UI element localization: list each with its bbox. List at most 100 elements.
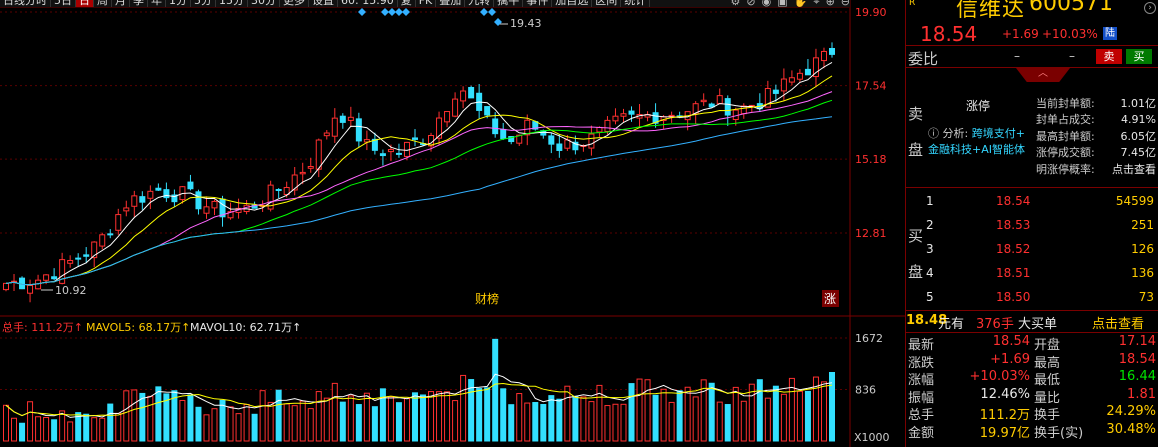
order-volume: 54599 xyxy=(1115,194,1154,208)
volume-bar xyxy=(139,392,146,442)
expand-icon[interactable]: › xyxy=(1144,2,1156,14)
volume-bar xyxy=(347,395,354,442)
volume-bar xyxy=(772,385,779,442)
order-price: 18.51 xyxy=(996,266,1031,280)
toolbar-item[interactable]: FK xyxy=(416,0,437,7)
volume-bar xyxy=(203,414,210,442)
stat-value: +10.03% xyxy=(969,369,1030,384)
sell-button[interactable]: 买 xyxy=(1126,49,1152,64)
analysis-tag-link[interactable]: 跨境支付+ xyxy=(972,127,1025,140)
volume-bar xyxy=(756,379,763,442)
toolbar-item[interactable]: 30分 xyxy=(248,0,280,7)
order-book-row[interactable]: 5 18.50 73 xyxy=(906,290,1158,310)
stat-label: 最新 xyxy=(908,338,935,353)
toolbar-item[interactable]: 区间 xyxy=(592,0,622,7)
toolbar-item[interactable]: 事件 xyxy=(523,0,553,7)
toolbar-item[interactable]: 年 xyxy=(148,0,166,7)
toolbar-item[interactable]: 1分 xyxy=(166,0,191,7)
volume-bar xyxy=(43,416,50,442)
analysis-tag-link[interactable]: 金融科技+AI智能体 xyxy=(928,143,1025,156)
order-book-row[interactable]: 1 18.54 54599 xyxy=(906,194,1158,214)
zoom-in-icon[interactable]: ⊕ xyxy=(826,0,835,7)
volume-bar xyxy=(283,403,290,442)
stat-value: 30.48% xyxy=(1106,421,1156,437)
toolbar-item[interactable]: 周 xyxy=(94,0,112,7)
volume-bar xyxy=(187,394,194,442)
volume-bar xyxy=(235,413,242,442)
order-volume: 73 xyxy=(1138,290,1154,304)
settings-icon[interactable]: ⚙ xyxy=(731,0,741,7)
stat-label: 总手 xyxy=(908,408,935,423)
zoom-out-icon[interactable]: ⊖ xyxy=(841,0,850,7)
seal-info-value[interactable]: 点击查看 xyxy=(1112,162,1156,178)
volume-bar xyxy=(428,391,435,442)
toolbar-item[interactable]: 日 xyxy=(76,0,94,7)
order-level: 1 xyxy=(926,194,934,208)
order-price: 18.54 xyxy=(996,194,1031,208)
volume-bar xyxy=(123,390,130,442)
link-icon[interactable]: ⊘ xyxy=(746,0,755,7)
toolbar-item[interactable]: 复 xyxy=(398,0,416,7)
analysis-prefix: 分析: xyxy=(942,127,969,140)
volume-bar xyxy=(275,389,282,442)
stat-value: 111.2万 xyxy=(979,408,1030,423)
price-summary: 18.54 +1.69 +10.03% 陆 xyxy=(906,22,1158,46)
hand-icon[interactable]: ✋ xyxy=(794,0,808,7)
quote-stat-row: 振幅 12.46% 量比 1.81 xyxy=(906,386,1158,406)
save-icon[interactable]: ▣ xyxy=(777,0,787,7)
volume-bar xyxy=(91,417,98,442)
toolbar-item[interactable]: 日线分时 xyxy=(0,0,51,7)
price-axis-label: 12.81 xyxy=(855,227,887,240)
volume-bar xyxy=(179,399,186,442)
volume-bar xyxy=(35,416,42,442)
order-book-row[interactable]: 3 18.52 126 xyxy=(906,242,1158,262)
volume-bar xyxy=(476,388,483,442)
seal-info-row: 封单占成交: 4.91% xyxy=(1036,112,1156,128)
analysis-block: ⓘ 分析: 跨境支付+ 金融科技+AI智能体 xyxy=(928,126,1040,158)
kline-chart[interactable]: 19.90 17.54 15.18 12.81 19.43 10.92 财榜 涨 1672 836… xyxy=(0,0,905,447)
volume-bar xyxy=(644,379,651,442)
order-book-row[interactable]: 4 18.51 136 xyxy=(906,266,1158,286)
toolbar-item[interactable]: 15分 xyxy=(216,0,248,7)
toolbar-item[interactable]: 设置 xyxy=(309,0,338,7)
toolbar-item[interactable]: 叠加 xyxy=(436,0,466,7)
toolbar-item[interactable]: 擒牛 xyxy=(494,0,524,7)
toolbar-item[interactable]: 季 xyxy=(130,0,148,7)
order-book-row[interactable]: 2 18.53 251 xyxy=(906,218,1158,238)
seal-info-row: 明涨停概率: 点击查看 xyxy=(1036,162,1156,178)
toolbar-item[interactable]: 更多 xyxy=(280,0,309,7)
big-buy-view-link[interactable]: 点击查看 xyxy=(1092,313,1144,332)
toolbar-item[interactable]: 加自选 xyxy=(552,0,593,7)
order-volume: 251 xyxy=(1131,218,1154,232)
order-price: 18.53 xyxy=(996,218,1031,232)
collapse-tab[interactable]: ︿ xyxy=(1016,68,1070,82)
volume-bar xyxy=(331,382,338,442)
volume-bar xyxy=(420,394,427,442)
volume-bar xyxy=(564,385,571,442)
event-label: 财榜 xyxy=(475,291,499,306)
volume-bar xyxy=(99,417,106,442)
toolbar-item[interactable]: 统计 xyxy=(621,0,651,7)
limit-up-label: 涨 xyxy=(824,291,836,306)
volume-bar xyxy=(51,419,58,442)
pin-icon[interactable]: ⌖ xyxy=(813,0,819,7)
volume-bar xyxy=(604,405,611,442)
stock-name: 信维达 xyxy=(956,0,1026,22)
volume-unit-label: X1000 xyxy=(854,431,890,444)
market-badge: 陆 xyxy=(1103,27,1117,40)
limit-up-status: 涨停 xyxy=(966,99,991,113)
toolbar-item[interactable]: 60: 15.90 xyxy=(338,0,398,7)
buy-button[interactable]: 卖 xyxy=(1096,49,1122,64)
volume-bar xyxy=(460,374,467,442)
volume-bar xyxy=(299,400,306,442)
eye-icon[interactable]: ◉ xyxy=(762,0,772,7)
toolbar-item[interactable]: 月 xyxy=(112,0,130,7)
toolbar-item[interactable]: 九转 xyxy=(465,0,495,7)
volume-bar xyxy=(291,405,298,442)
candlestick xyxy=(3,282,9,292)
volume-bar xyxy=(820,381,827,442)
volume-bar xyxy=(323,397,330,442)
stat-value: 1.81 xyxy=(1127,386,1156,402)
toolbar-item[interactable]: 5日 xyxy=(51,0,76,7)
toolbar-item[interactable]: 5分 xyxy=(191,0,216,7)
